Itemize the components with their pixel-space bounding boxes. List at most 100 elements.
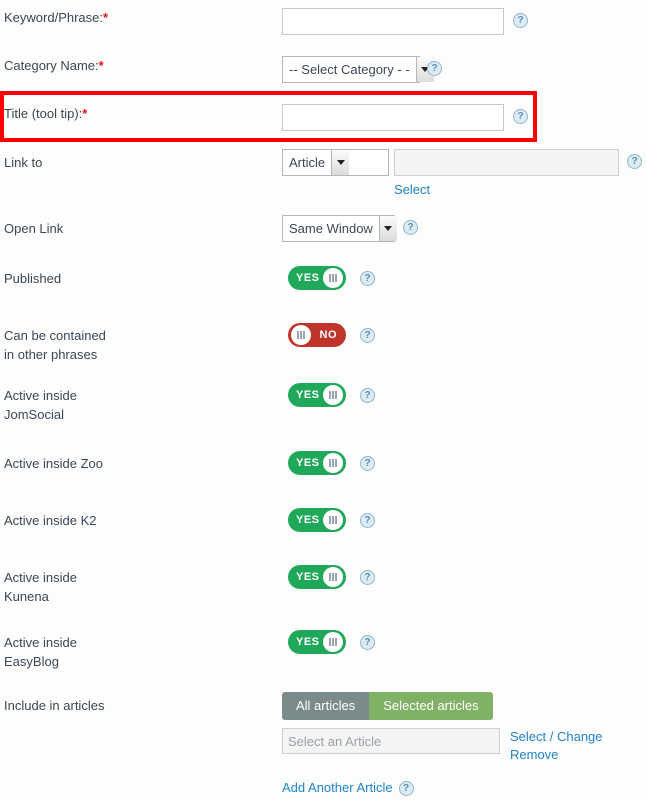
row-link-to: Link to Article Select ? <box>0 149 647 199</box>
toggle-knob[interactable] <box>323 510 343 530</box>
toggle-state-label: YES <box>296 457 320 469</box>
row-include-in-articles: Include in articles All articles Selecte… <box>0 692 647 797</box>
label-published: Published <box>0 266 282 288</box>
field-active-zoo: YES ? <box>282 451 647 475</box>
remove-link[interactable]: Remove <box>510 746 603 764</box>
can-be-contained-toggle[interactable]: NO <box>288 323 346 347</box>
label-text: Category Name: <box>4 58 99 73</box>
toggle-knob[interactable] <box>323 268 343 288</box>
field-open-link: Same Window ? <box>282 215 647 242</box>
published-toggle[interactable]: YES <box>288 266 346 290</box>
row-category-name: Category Name:* -- Select Category - - ? <box>0 56 647 83</box>
active-k2-toggle[interactable]: YES <box>288 508 346 532</box>
link-to-type-selected-value: Article <box>289 155 326 170</box>
label-text-line1: Active inside Zoo <box>4 456 103 471</box>
label-text-line1: Active inside K2 <box>4 513 97 528</box>
label-text-line1: Can be contained <box>4 328 106 343</box>
help-icon-title-tooltip[interactable]: ? <box>513 109 528 124</box>
label-active-k2: Active inside K2 <box>0 508 282 530</box>
help-icon-active-easyblog[interactable]: ? <box>360 635 375 650</box>
add-another-article-link[interactable]: Add Another Article <box>282 779 393 797</box>
label-text-line1: Active inside <box>4 388 77 403</box>
row-published: Published YES ? <box>0 266 647 290</box>
field-can-be-contained: NO ? <box>282 323 647 347</box>
help-icon-published[interactable]: ? <box>360 271 375 286</box>
label-title-tooltip: Title (tool tip):* <box>0 104 282 123</box>
keyword-phrase-input[interactable] <box>282 8 504 35</box>
label-text: Title (tool tip): <box>4 106 83 121</box>
row-active-kunena: Active inside Kunena YES ? <box>0 565 647 606</box>
label-text: Include in articles <box>4 698 105 713</box>
link-to-type-select[interactable]: Article <box>282 149 389 176</box>
label-active-zoo: Active inside Zoo <box>0 451 282 473</box>
label-active-easyblog: Active inside EasyBlog <box>0 630 282 671</box>
label-text: Link to <box>4 155 43 170</box>
toggle-state-label: YES <box>296 272 320 284</box>
label-keyword-phrase: Keyword/Phrase:* <box>0 8 282 27</box>
link-to-target-input[interactable] <box>394 149 619 176</box>
article-scope-button-group: All articles Selected articles <box>282 692 647 720</box>
row-title-tooltip: Title (tool tip):* ? <box>0 104 647 131</box>
title-tooltip-input[interactable] <box>282 104 504 131</box>
all-articles-button[interactable]: All articles <box>282 692 370 720</box>
toggle-state-label: YES <box>296 571 320 583</box>
help-icon-link-to[interactable]: ? <box>627 154 642 169</box>
label-include-in-articles: Include in articles <box>0 692 282 715</box>
open-link-selected-value: Same Window <box>289 221 373 236</box>
row-active-k2: Active inside K2 YES ? <box>0 508 647 532</box>
active-jomsocial-toggle[interactable]: YES <box>288 383 346 407</box>
toggle-state-label: NO <box>319 329 337 341</box>
chevron-down-icon[interactable] <box>331 150 350 175</box>
label-category-name: Category Name:* <box>0 56 282 75</box>
select-change-link[interactable]: Select / Change <box>510 728 603 746</box>
label-text-line1: Active inside <box>4 635 77 650</box>
active-zoo-toggle[interactable]: YES <box>288 451 346 475</box>
active-kunena-toggle[interactable]: YES <box>288 565 346 589</box>
label-active-jomsocial: Active inside JomSocial <box>0 383 282 424</box>
help-icon-active-kunena[interactable]: ? <box>360 570 375 585</box>
help-icon-add-another-article[interactable]: ? <box>398 780 414 796</box>
chevron-down-icon[interactable] <box>378 216 397 241</box>
toggle-knob[interactable] <box>323 632 343 652</box>
label-text-line2: EasyBlog <box>4 654 59 669</box>
toggle-knob[interactable] <box>291 325 311 345</box>
help-icon-keyword-phrase[interactable]: ? <box>513 13 528 28</box>
link-to-select-link[interactable]: Select <box>394 182 430 197</box>
label-active-kunena: Active inside Kunena <box>0 565 282 606</box>
field-include-in-articles: All articles Selected articles Select / … <box>282 692 647 797</box>
field-active-kunena: YES ? <box>282 565 647 589</box>
label-text-line2: in other phrases <box>4 347 98 362</box>
row-open-link: Open Link Same Window ? <box>0 215 647 242</box>
active-easyblog-toggle[interactable]: YES <box>288 630 346 654</box>
toggle-knob[interactable] <box>323 385 343 405</box>
selected-articles-button[interactable]: Selected articles <box>369 692 493 720</box>
category-name-select[interactable]: -- Select Category - - <box>282 56 434 83</box>
row-can-be-contained: Can be contained in other phrases NO ? <box>0 323 647 364</box>
label-open-link: Open Link <box>0 215 282 238</box>
help-icon-category-name[interactable]: ? <box>427 61 442 76</box>
row-active-jomsocial: Active inside JomSocial YES ? <box>0 383 647 424</box>
field-link-to: Article Select ? <box>282 149 647 199</box>
required-asterisk: * <box>98 58 104 73</box>
row-keyword-phrase: Keyword/Phrase:* ? <box>0 8 647 35</box>
field-active-jomsocial: YES ? <box>282 383 647 407</box>
toggle-knob[interactable] <box>323 453 343 473</box>
label-text-line2: Kunena <box>4 589 49 604</box>
open-link-select[interactable]: Same Window <box>282 215 397 242</box>
help-icon-open-link[interactable]: ? <box>403 220 418 235</box>
field-title-tooltip: ? <box>282 104 647 131</box>
help-icon-can-be-contained[interactable]: ? <box>360 328 375 343</box>
select-an-article-input[interactable] <box>282 728 500 754</box>
help-icon-active-jomsocial[interactable]: ? <box>360 388 375 403</box>
required-asterisk: * <box>103 10 109 25</box>
label-text: Keyword/Phrase: <box>4 10 103 25</box>
label-text: Open Link <box>4 221 64 236</box>
label-can-be-contained: Can be contained in other phrases <box>0 323 282 364</box>
label-text: Published <box>4 271 62 286</box>
field-keyword-phrase: ? <box>282 8 647 35</box>
label-text-line1: Active inside <box>4 570 77 585</box>
help-icon-active-zoo[interactable]: ? <box>360 456 375 471</box>
toggle-knob[interactable] <box>323 567 343 587</box>
help-icon-active-k2[interactable]: ? <box>360 513 375 528</box>
label-text-line2: JomSocial <box>4 407 64 422</box>
